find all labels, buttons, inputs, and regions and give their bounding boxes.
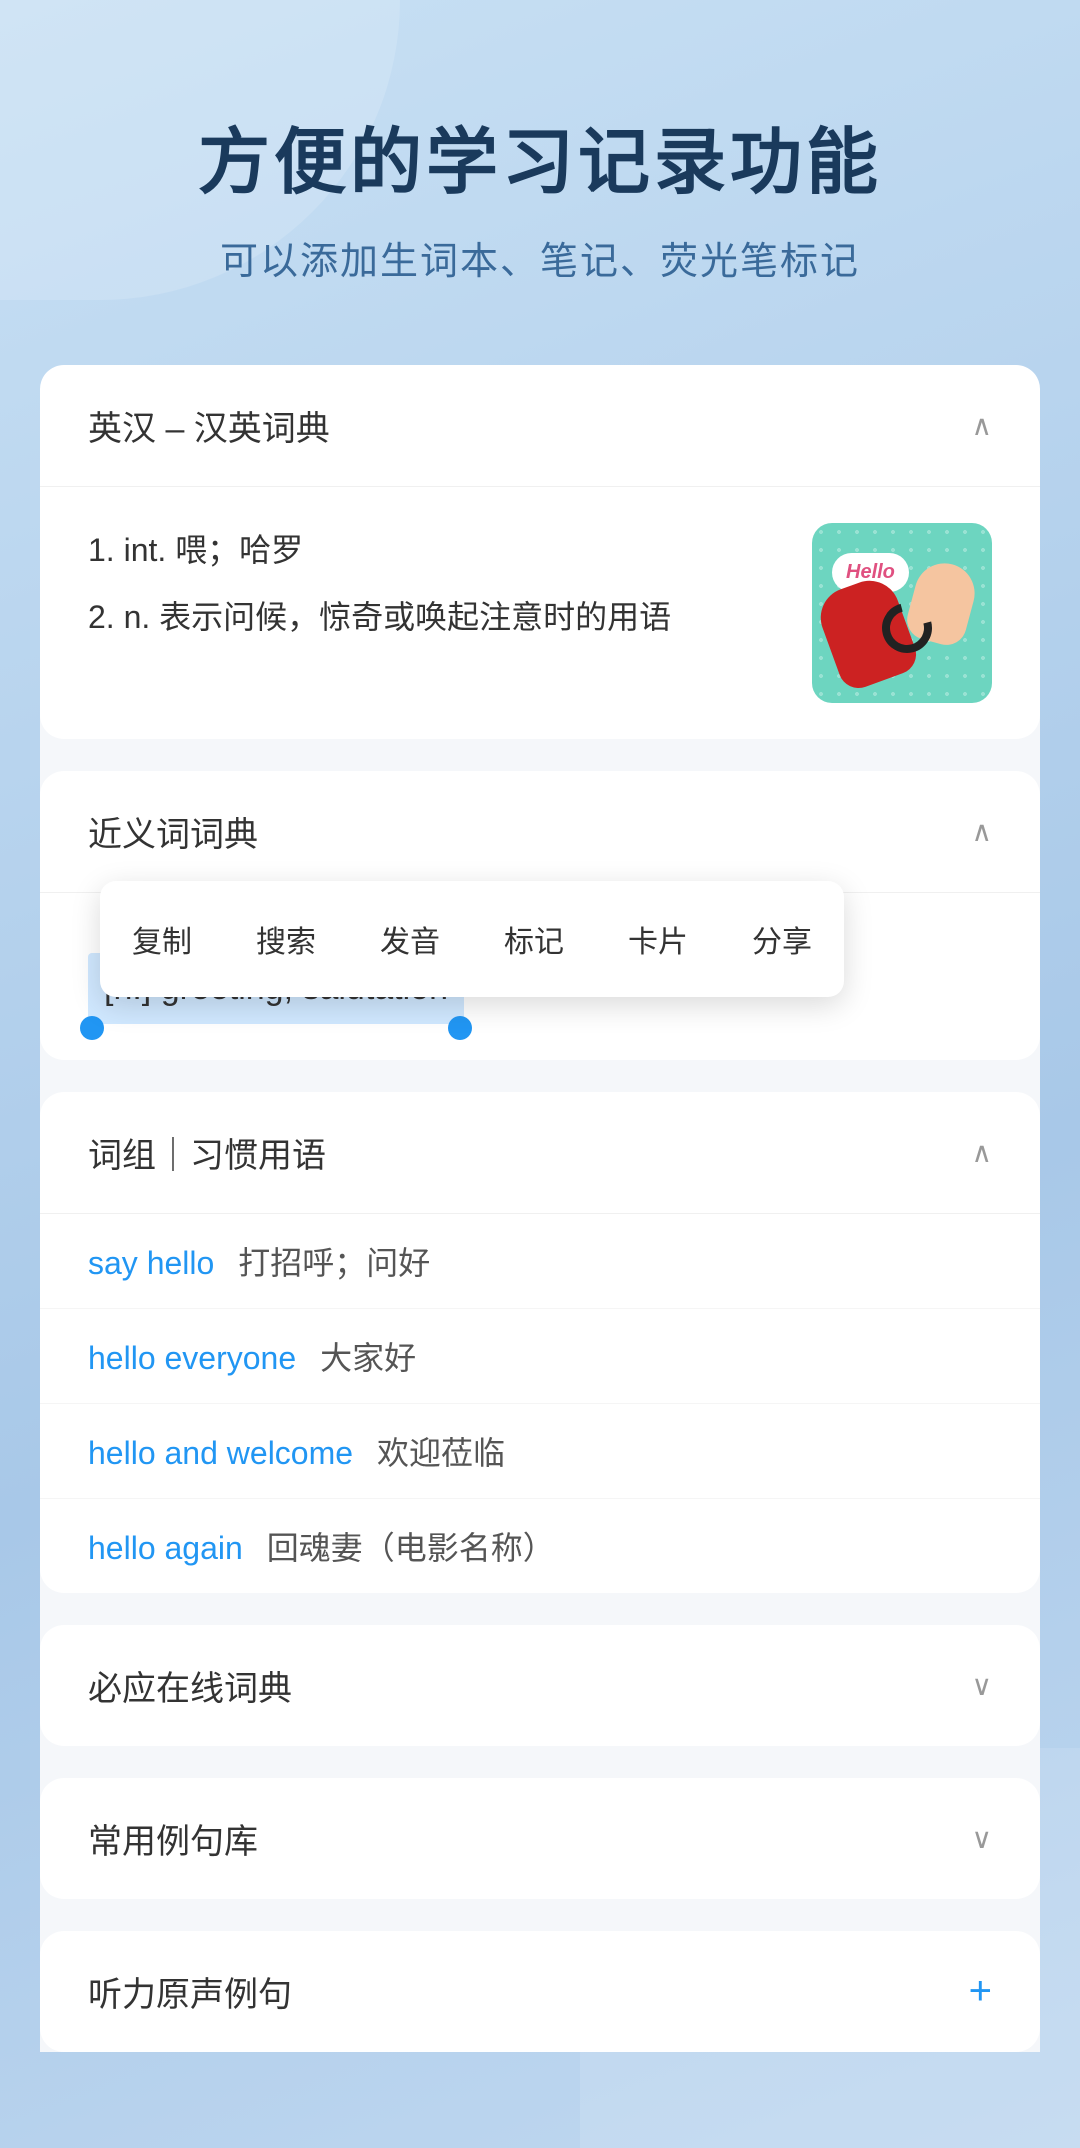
gap-3	[40, 1609, 1040, 1625]
gap-2	[40, 1076, 1040, 1092]
plus-section-title: 听力原声例句	[88, 1967, 292, 2016]
collapsed-section-0-chevron-down-icon: ∨	[972, 1669, 993, 1702]
selection-handle-right-icon	[448, 1016, 472, 1040]
gap-1	[40, 755, 1040, 771]
page-title: 方便的学习记录功能	[80, 120, 1000, 206]
phrases-section-header[interactable]: 词组｜习惯用语 ∧	[40, 1092, 1040, 1214]
context-menu-mark[interactable]: 标记	[472, 901, 596, 977]
phrase-chinese-2: 欢迎莅临	[377, 1428, 505, 1474]
plus-section: 听力原声例句 +	[40, 1931, 1040, 2052]
phrase-item-2[interactable]: hello and welcome 欢迎莅临	[40, 1404, 1040, 1499]
page-subtitle: 可以添加生词本、笔记、荧光笔标记	[80, 230, 1000, 285]
synonym-dict-header[interactable]: 近义词词典 ∧	[40, 771, 1040, 893]
collapsed-section-1-chevron-down-icon: ∨	[972, 1822, 993, 1855]
selection-handle-left-icon	[80, 1016, 104, 1040]
gap-4	[40, 1762, 1040, 1778]
phrase-english-0: say hello	[88, 1245, 214, 1282]
collapsed-section-1-title: 常用例句库	[88, 1814, 258, 1863]
plus-icon[interactable]: +	[969, 1969, 992, 2014]
dict-def-1: 1. int. 喂；哈罗	[88, 523, 782, 577]
phrases-section-title: 词组｜习惯用语	[88, 1128, 326, 1177]
dict-definitions: 1. int. 喂；哈罗 2. n. 表示问候，惊奇或唤起注意时的用语	[88, 523, 782, 656]
phrase-english-1: hello everyone	[88, 1340, 296, 1377]
phrase-item-0[interactable]: say hello 打招呼；问好	[40, 1214, 1040, 1309]
context-menu-share[interactable]: 分享	[720, 901, 844, 977]
phrases-chevron-up-icon: ∧	[972, 1136, 993, 1169]
phrase-chinese-0: 打招呼；问好	[238, 1238, 430, 1284]
phrase-chinese-3: 回魂妻（电影名称）	[267, 1523, 555, 1569]
dict-image: Hello	[812, 523, 992, 703]
context-menu-search[interactable]: 搜索	[224, 901, 348, 977]
main-card: 英汉 – 汉英词典 ∧ 1. int. 喂；哈罗 2. n. 表示问候，惊奇或唤…	[40, 365, 1040, 2051]
collapsed-section-0: 必应在线词典 ∨	[40, 1625, 1040, 1746]
en-cn-dict-section: 英汉 – 汉英词典 ∧ 1. int. 喂；哈罗 2. n. 表示问候，惊奇或唤…	[40, 365, 1040, 739]
context-menu-copy[interactable]: 复制	[100, 901, 224, 977]
dict-def-2: 2. n. 表示问候，惊奇或唤起注意时的用语	[88, 590, 782, 644]
page-container: 方便的学习记录功能 可以添加生词本、笔记、荧光笔标记 英汉 – 汉英词典 ∧ 1…	[0, 0, 1080, 2148]
context-menu: 复制 搜索 发音 标记 卡片 分享	[100, 881, 844, 997]
en-cn-dict-content: 1. int. 喂；哈罗 2. n. 表示问候，惊奇或唤起注意时的用语 Hell…	[40, 487, 1040, 739]
context-menu-pronounce[interactable]: 发音	[348, 901, 472, 977]
gap-5	[40, 1915, 1040, 1931]
collapsed-section-0-header[interactable]: 必应在线词典 ∨	[40, 1625, 1040, 1746]
en-cn-dict-header[interactable]: 英汉 – 汉英词典 ∧	[40, 365, 1040, 487]
phrase-item-1[interactable]: hello everyone 大家好	[40, 1309, 1040, 1404]
phrase-chinese-1: 大家好	[320, 1333, 416, 1379]
collapsed-section-1: 常用例句库 ∨	[40, 1778, 1040, 1899]
en-cn-dict-title: 英汉 – 汉英词典	[88, 401, 330, 450]
phrases-section: 词组｜习惯用语 ∧ say hello 打招呼；问好 hello everyon…	[40, 1092, 1040, 1593]
phrase-item-3[interactable]: hello again 回魂妻（电影名称）	[40, 1499, 1040, 1593]
en-cn-dict-chevron-up-icon: ∧	[972, 409, 993, 442]
plus-section-header[interactable]: 听力原声例句 +	[40, 1931, 1040, 2052]
phrase-english-3: hello again	[88, 1530, 243, 1567]
synonym-dict-chevron-up-icon: ∧	[972, 815, 993, 848]
header-section: 方便的学习记录功能 可以添加生词本、笔记、荧光笔标记	[0, 0, 1080, 345]
synonym-dict-section: 近义词词典 ∧ 复制 搜索 发音 标记 卡片 分享 [n.] greeting,…	[40, 771, 1040, 1059]
synonym-dict-title: 近义词词典	[88, 807, 258, 856]
collapsed-section-1-header[interactable]: 常用例句库 ∨	[40, 1778, 1040, 1899]
collapsed-section-0-title: 必应在线词典	[88, 1661, 292, 1710]
phrase-english-2: hello and welcome	[88, 1435, 353, 1472]
context-menu-card[interactable]: 卡片	[596, 901, 720, 977]
